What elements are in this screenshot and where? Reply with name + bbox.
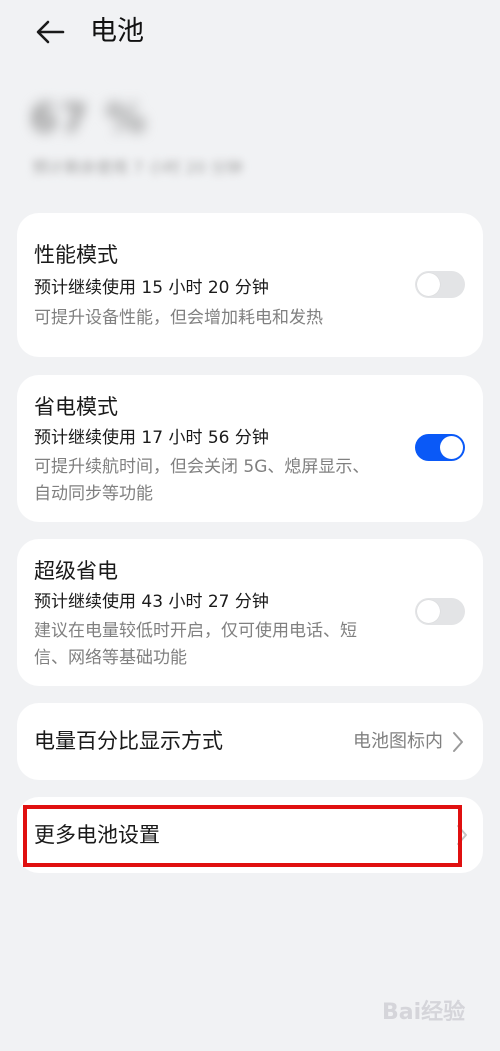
toggle-knob (417, 600, 440, 623)
battery-level: 67 % (30, 96, 148, 142)
mode-description: 可提升设备性能，但会增加耗电和发热 (34, 308, 323, 328)
performance-mode-card: 性能模式 预计继续使用 15 小时 20 分钟 可提升设备性能，但会增加耗电和发… (17, 213, 483, 357)
performance-mode-toggle[interactable] (415, 271, 465, 298)
battery-remaining-time: 预计剩余使用 7 小时 20 分钟 (32, 158, 243, 177)
watermark: Bai经验 (382, 994, 482, 1028)
page-title: 电池 (90, 16, 144, 47)
back-button[interactable] (28, 12, 72, 52)
chevron-right-icon (453, 732, 463, 752)
watermark-text: Bai经验 (382, 1000, 466, 1025)
battery-summary: 67 % 预计剩余使用 7 小时 20 分钟 (30, 96, 290, 186)
mode-description: 可提升续航时间，但会关闭 5G、熄屏显示、自动同步等功能 (34, 457, 370, 504)
top-bar: 电池 (0, 0, 500, 64)
mode-title: 省电模式 (34, 395, 118, 419)
row-label: 电量百分比显示方式 (34, 729, 223, 753)
battery-percentage-row[interactable]: 电量百分比显示方式 电池图标内 (17, 703, 483, 780)
back-arrow-icon (36, 20, 65, 44)
row-value: 电池图标内 (353, 731, 443, 752)
ultra-power-saving-card: 超级省电 预计继续使用 43 小时 27 分钟 建议在电量较低时开启，仅可使用电… (17, 539, 483, 686)
power-saving-mode-card: 省电模式 预计继续使用 17 小时 56 分钟 可提升续航时间，但会关闭 5G、… (17, 375, 483, 522)
mode-title: 性能模式 (34, 243, 118, 267)
toggle-knob (440, 436, 463, 459)
mode-estimate: 预计继续使用 17 小时 56 分钟 (34, 428, 269, 448)
power-saving-mode-toggle[interactable] (415, 434, 465, 461)
mode-description: 建议在电量较低时开启，仅可使用电话、短信、网络等基础功能 (34, 621, 357, 668)
ultra-power-saving-toggle[interactable] (415, 598, 465, 625)
toggle-knob (417, 273, 440, 296)
mode-estimate: 预计继续使用 43 小时 27 分钟 (34, 592, 269, 612)
mode-title: 超级省电 (34, 559, 118, 583)
highlight-annotation (23, 805, 462, 867)
mode-estimate: 预计继续使用 15 小时 20 分钟 (34, 278, 269, 298)
